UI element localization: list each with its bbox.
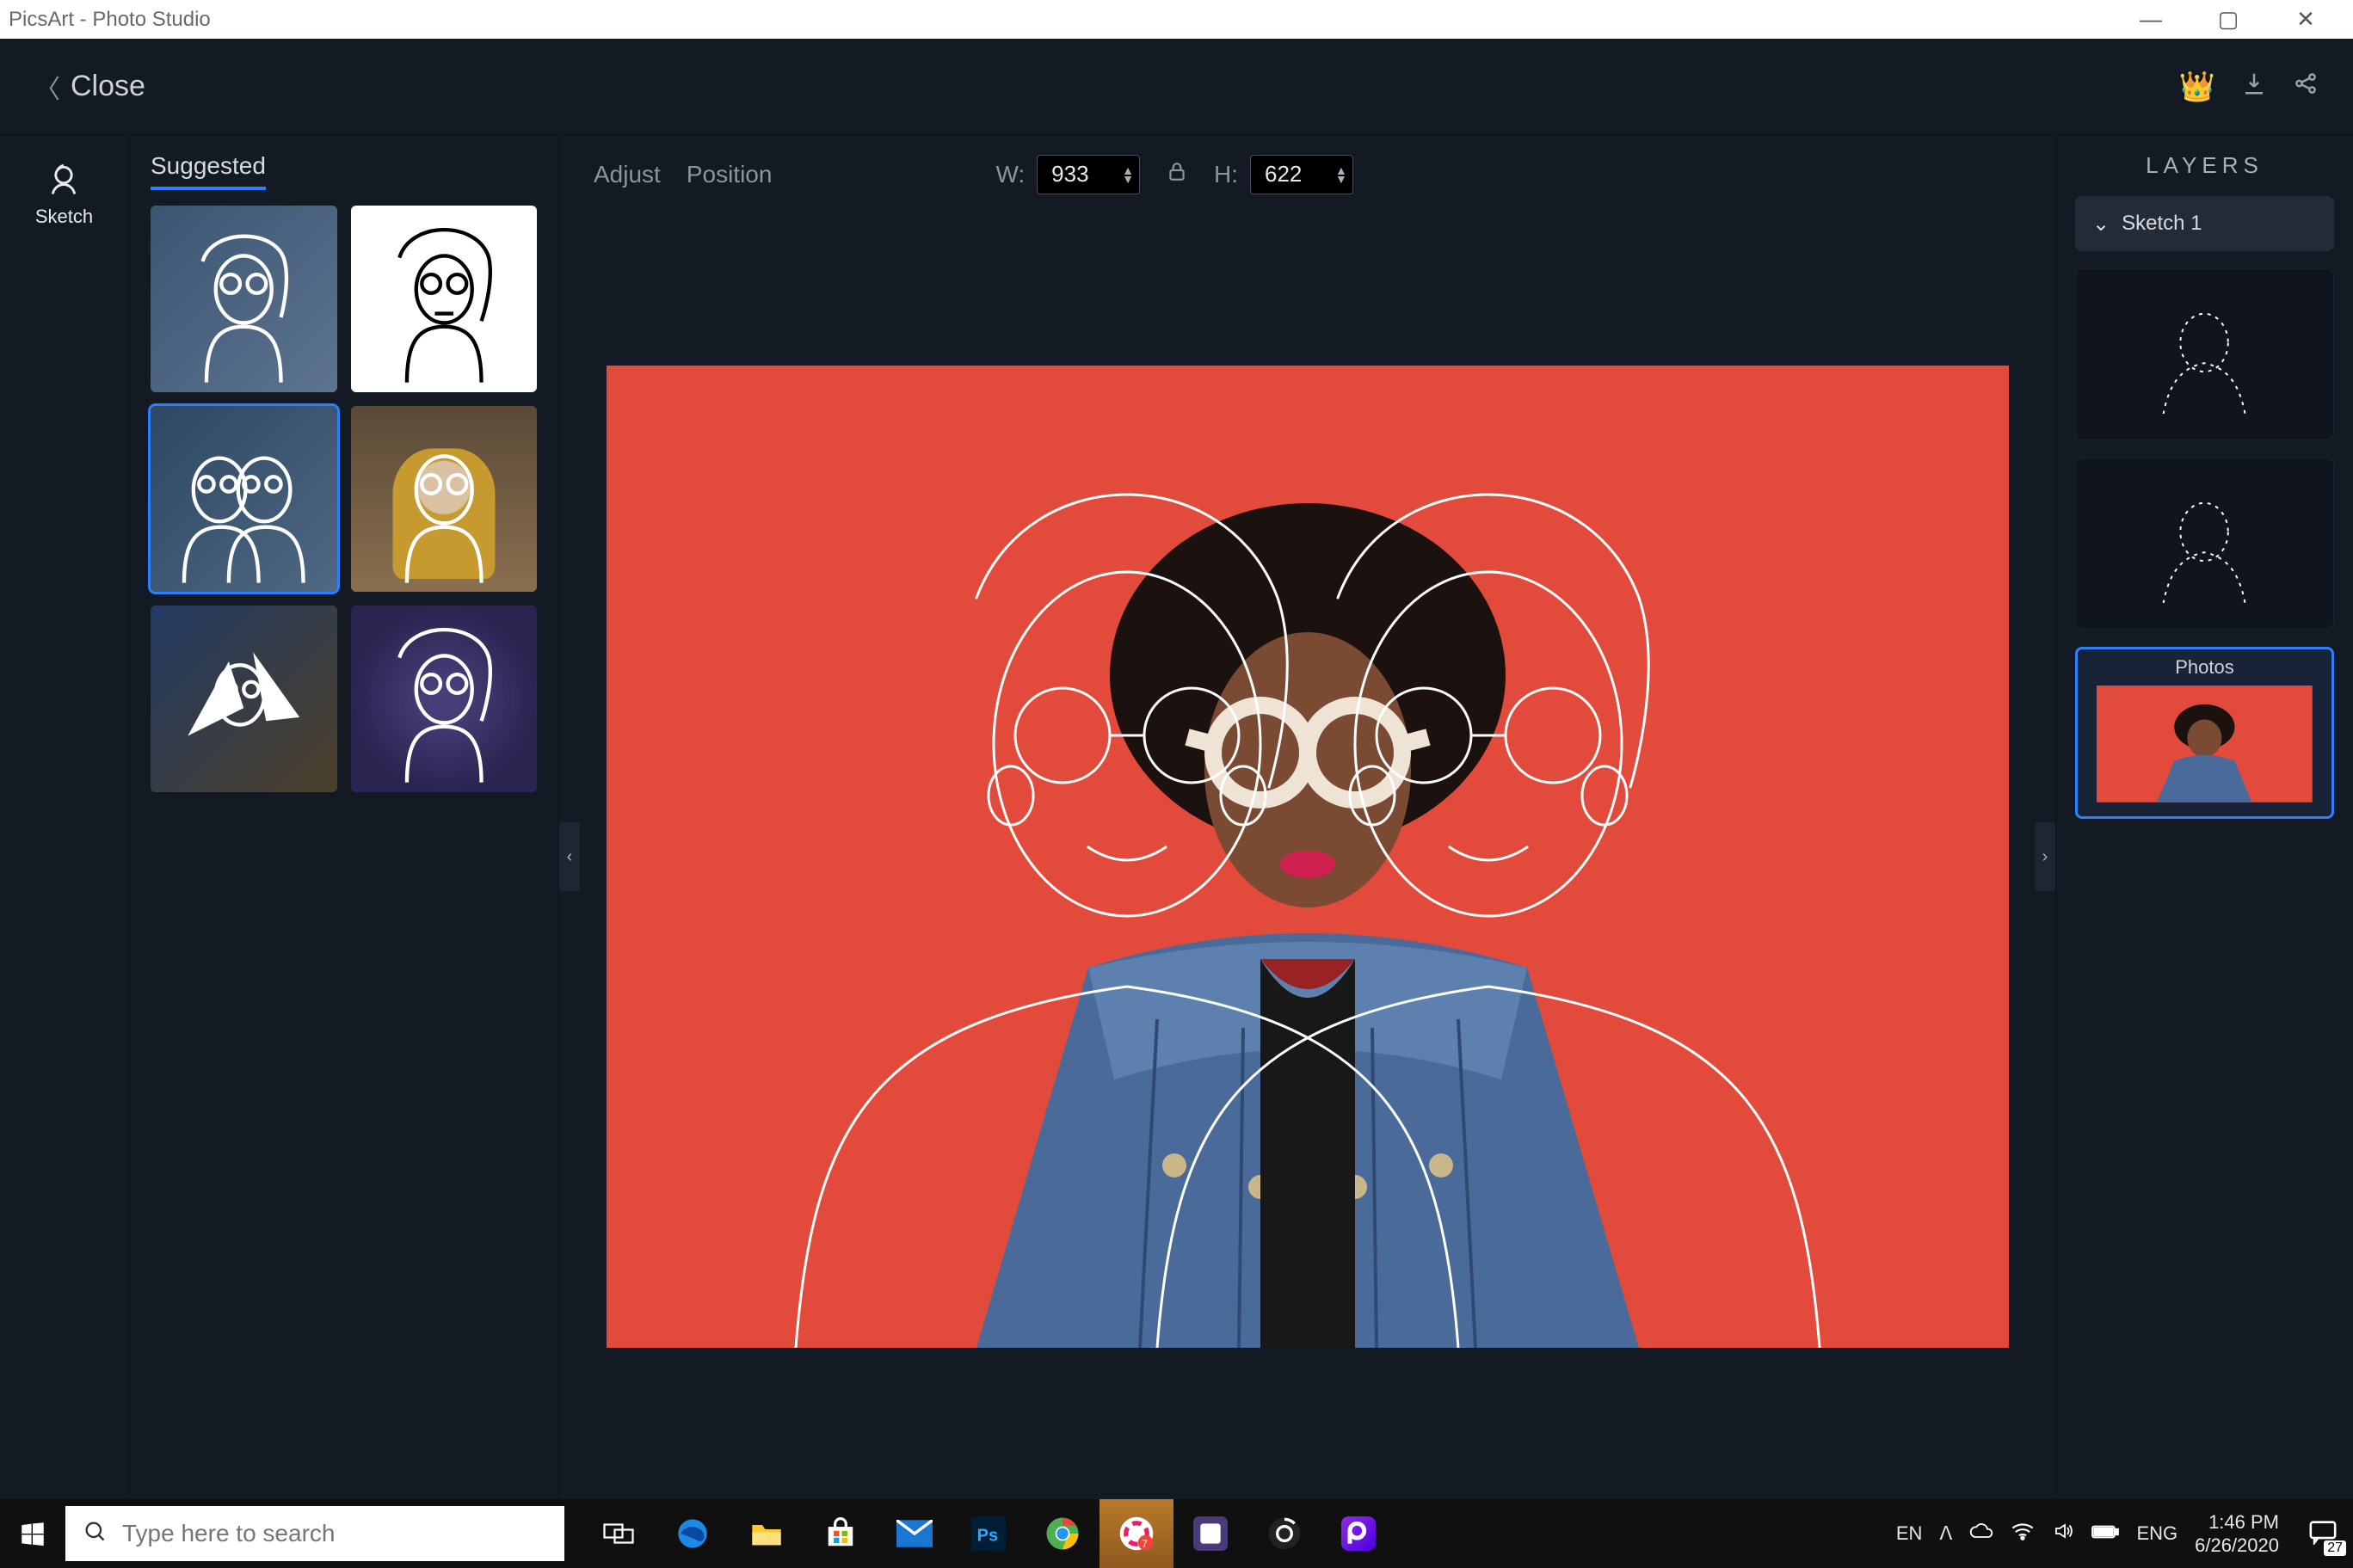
tray-date: 6/26/2020	[2195, 1534, 2279, 1558]
svg-text:7: 7	[1142, 1538, 1148, 1550]
rail-sketch-label: Sketch	[35, 206, 93, 228]
chrome-icon[interactable]	[1026, 1499, 1100, 1568]
taskbar-search[interactable]	[65, 1506, 564, 1561]
action-center[interactable]: 27	[2293, 1499, 2353, 1568]
task-view-icon[interactable]	[582, 1499, 656, 1568]
suggested-thumb-1[interactable]	[151, 206, 337, 392]
photoshop-icon[interactable]: Ps	[952, 1499, 1026, 1568]
tray-time: 1:46 PM	[2195, 1510, 2279, 1534]
tray-chevron-icon[interactable]: ᐱ	[1939, 1522, 1952, 1545]
ms-store-icon[interactable]	[804, 1499, 878, 1568]
panel-collapse-left[interactable]: ‹	[559, 822, 580, 891]
chevron-down-icon: ⌄	[2092, 212, 2110, 237]
width-label: W:	[995, 161, 1025, 188]
app: 〈 Close 👑 Sketch	[0, 39, 2353, 1499]
height-label: H:	[1214, 161, 1238, 188]
chevron-left-icon: 〈	[34, 68, 60, 106]
adjust-button[interactable]: Adjust	[594, 161, 661, 188]
layer-sketch-label: Sketch 1	[2122, 212, 2202, 236]
taskbar-apps: Ps 7	[582, 1499, 1395, 1568]
app-body: Sketch Suggested	[0, 135, 2353, 1499]
center-area: Adjust Position W: ▲▼ H:	[559, 135, 2056, 1499]
svg-text:Ps: Ps	[977, 1526, 998, 1545]
sketch-icon	[45, 161, 83, 199]
height-steppers[interactable]: ▲▼	[1335, 166, 1347, 183]
layer-sketch-header[interactable]: ⌄ Sketch 1	[2075, 196, 2334, 251]
canvas[interactable]	[607, 366, 2009, 1348]
tray-clock[interactable]: 1:46 PM 6/26/2020	[2195, 1510, 2279, 1558]
mail-icon[interactable]	[878, 1499, 952, 1568]
start-button[interactable]	[0, 1499, 65, 1568]
suggested-thumb-2[interactable]	[351, 206, 538, 392]
suggested-title: Suggested	[151, 152, 266, 190]
layers-panel: LAYERS ⌄ Sketch 1 Photos	[2056, 135, 2353, 1499]
tray-onedrive-icon[interactable]	[1969, 1522, 1993, 1545]
layer-thumb-sketch-1[interactable]	[2075, 268, 2334, 440]
window-max-button[interactable]: ▢	[2190, 0, 2267, 39]
download-icon[interactable]	[2241, 71, 2267, 102]
height-input[interactable]	[1265, 161, 1327, 188]
search-icon	[83, 1519, 107, 1549]
tray-volume-icon[interactable]	[2052, 1521, 2074, 1546]
width-input[interactable]	[1051, 161, 1113, 188]
canvas-sketch-overlay	[607, 366, 2009, 1348]
canvas-toolbar: Adjust Position W: ▲▼ H:	[559, 135, 2055, 214]
tray-battery-icon[interactable]	[2091, 1522, 2119, 1545]
lock-icon[interactable]	[1166, 160, 1188, 188]
canvas-wrap: ‹ ›	[559, 214, 2055, 1499]
app-icon-2[interactable]	[1173, 1499, 1247, 1568]
tray-lang2[interactable]: ENG	[2136, 1522, 2177, 1545]
width-control: W: ▲▼	[995, 155, 1140, 194]
share-icon[interactable]	[2293, 71, 2319, 102]
height-control: H: ▲▼	[1214, 155, 1353, 194]
suggested-thumb-3[interactable]	[151, 406, 337, 593]
layer-photos-label: Photos	[2078, 656, 2331, 679]
file-explorer-icon[interactable]	[730, 1499, 804, 1568]
suggested-thumb-4[interactable]	[351, 406, 538, 593]
layer-thumb-sketch-2[interactable]	[2075, 458, 2334, 630]
width-spinner[interactable]: ▲▼	[1037, 155, 1140, 194]
picsart-icon[interactable]	[1321, 1499, 1395, 1568]
suggested-grid	[151, 206, 537, 792]
crown-icon[interactable]: 👑	[2179, 70, 2215, 104]
topbar-right: 👑	[2179, 70, 2319, 104]
rail-sketch[interactable]: Sketch	[35, 161, 93, 228]
suggested-thumb-6[interactable]	[351, 606, 538, 792]
left-rail: Sketch	[0, 135, 129, 1499]
app-topbar: 〈 Close 👑	[0, 39, 2353, 135]
edge-icon[interactable]	[656, 1499, 730, 1568]
system-tray: EN ᐱ ENG 1:46 PM 6/26/2020	[1882, 1510, 2293, 1558]
close-label: Close	[71, 70, 145, 103]
window-title: PicsArt - Photo Studio	[9, 8, 2112, 32]
taskbar-search-input[interactable]	[122, 1520, 547, 1547]
app-icon-1[interactable]: 7	[1100, 1499, 1173, 1568]
window-close-button[interactable]: ✕	[2267, 0, 2344, 39]
windows-taskbar: Ps 7 EN ᐱ ENG 1:46 PM 6/26/2020 27	[0, 1499, 2353, 1568]
layer-thumb-photos[interactable]: Photos	[2075, 647, 2334, 819]
height-spinner[interactable]: ▲▼	[1250, 155, 1353, 194]
window-titlebar: PicsArt - Photo Studio — ▢ ✕	[0, 0, 2353, 39]
suggested-thumb-5[interactable]	[151, 606, 337, 792]
layers-title: LAYERS	[2075, 152, 2334, 179]
position-button[interactable]: Position	[687, 161, 773, 188]
close-button[interactable]: 〈 Close	[34, 68, 145, 106]
tray-lang1[interactable]: EN	[1896, 1522, 1923, 1545]
app-icon-3[interactable]	[1247, 1499, 1321, 1568]
width-steppers[interactable]: ▲▼	[1122, 166, 1134, 183]
tray-wifi-icon[interactable]	[2011, 1522, 2035, 1546]
windows-icon	[18, 1519, 47, 1548]
panel-collapse-right[interactable]: ›	[2035, 822, 2055, 891]
window-min-button[interactable]: —	[2112, 0, 2190, 39]
notification-badge: 27	[2324, 1540, 2346, 1556]
suggested-panel: Suggested	[129, 135, 559, 1499]
